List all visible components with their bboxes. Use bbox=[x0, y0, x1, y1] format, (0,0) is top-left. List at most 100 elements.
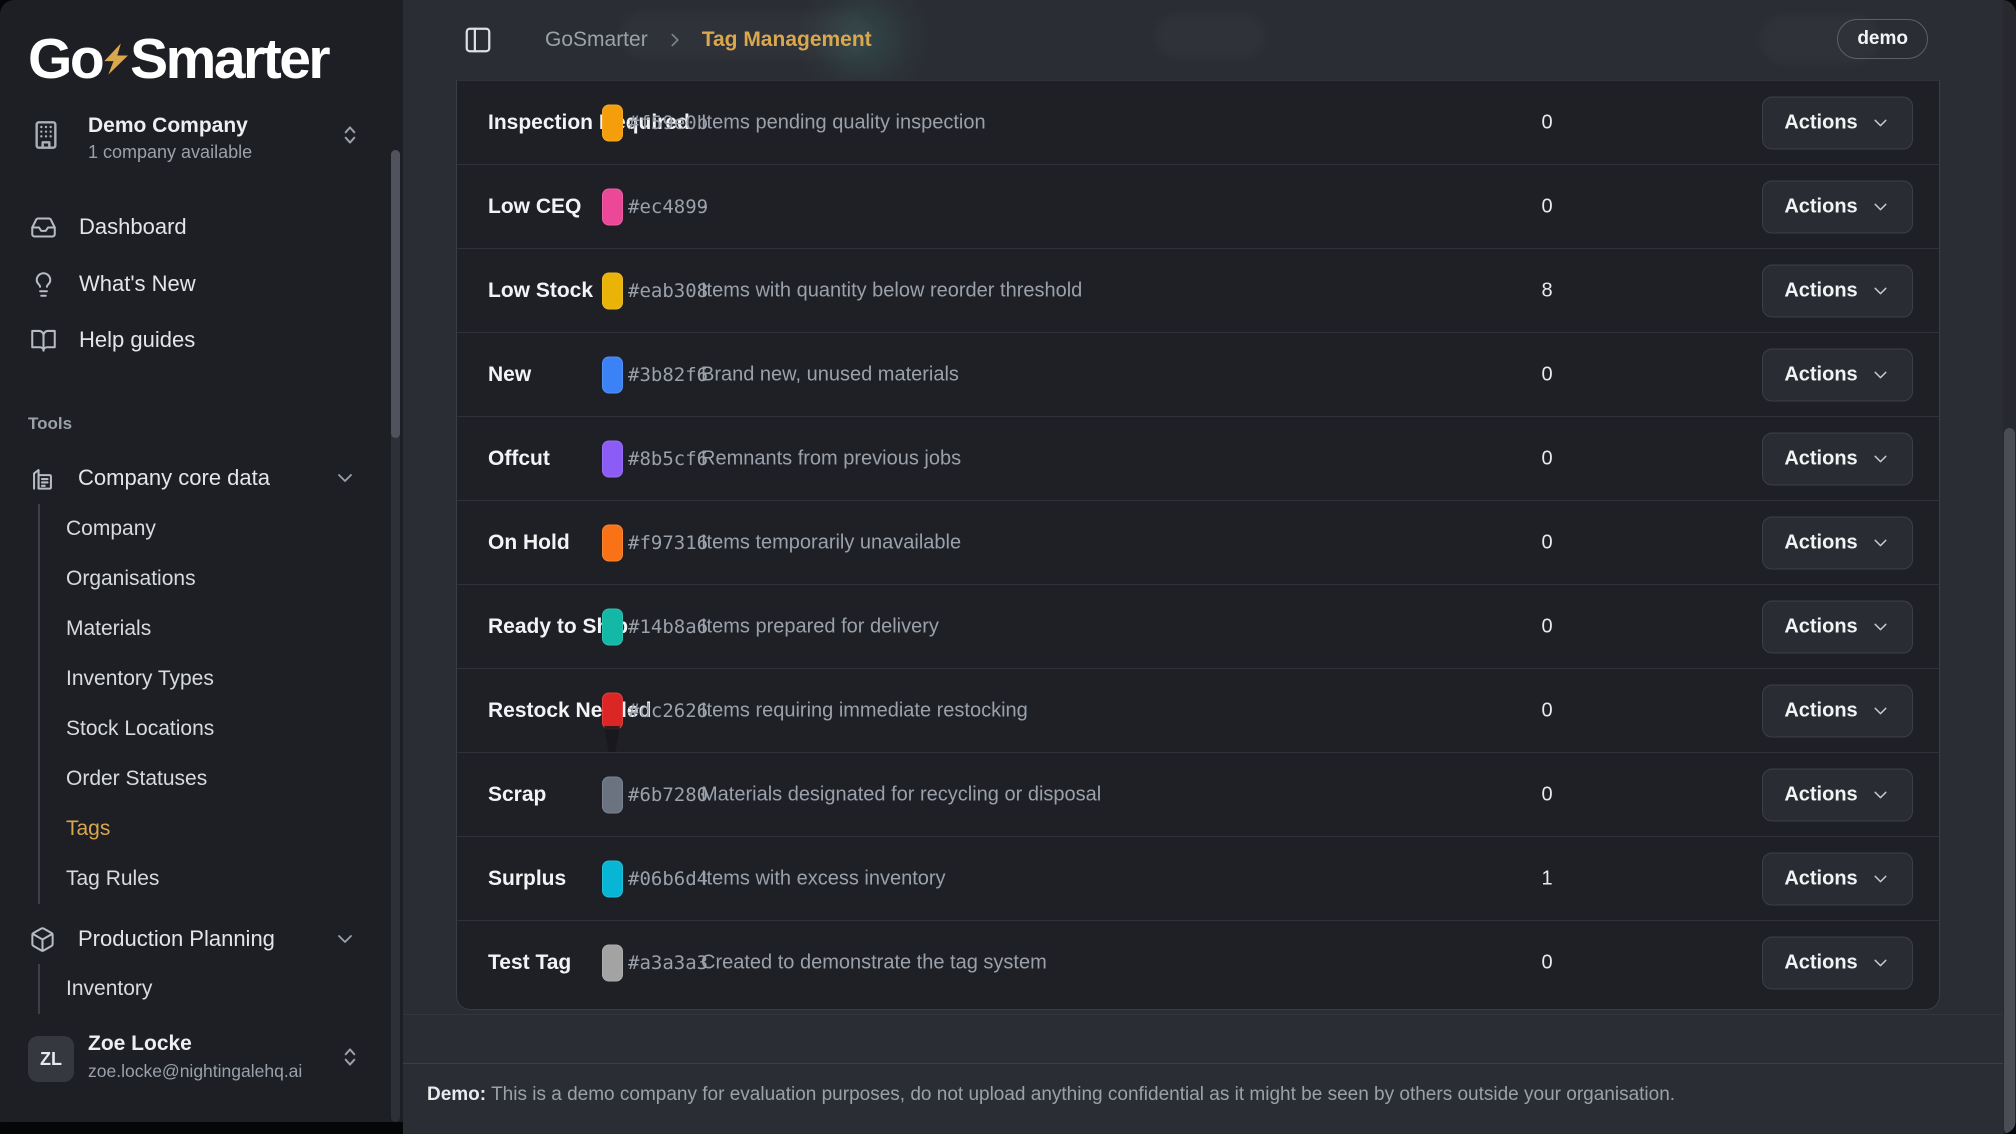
company-core-data-icon bbox=[29, 465, 56, 492]
sidebar-group-production-planning[interactable]: Production Planning bbox=[0, 914, 403, 964]
tag-color-swatch bbox=[602, 440, 623, 477]
page-scrollbar-thumb[interactable] bbox=[2004, 428, 2015, 1134]
actions-button[interactable]: Actions bbox=[1762, 516, 1913, 569]
company-selector[interactable]: Demo Company 1 company available bbox=[0, 104, 403, 168]
company-subtitle: 1 company available bbox=[88, 142, 252, 163]
sidebar-sublist-production-planning: Inventory bbox=[38, 964, 370, 1014]
sidebar-subitem-stock-locations[interactable]: Stock Locations bbox=[40, 704, 370, 754]
actions-button[interactable]: Actions bbox=[1762, 768, 1913, 821]
sidebar-toggle-icon[interactable] bbox=[463, 25, 493, 55]
sidebar-item-dashboard[interactable]: Dashboard bbox=[0, 202, 403, 252]
table-row: New #3b82f6 Brand new, unused materials … bbox=[457, 333, 1939, 417]
tag-name: Low Stock bbox=[488, 279, 593, 303]
sidebar-group-company-core-data[interactable]: Company core data bbox=[0, 453, 403, 503]
tag-color-hex: #6b7280 bbox=[628, 784, 708, 806]
actions-button-label: Actions bbox=[1784, 111, 1857, 134]
sidebar-subitem-order-statuses[interactable]: Order Statuses bbox=[40, 754, 370, 804]
table-row: Restock Needed #dc2626 Items requiring i… bbox=[457, 669, 1939, 753]
table-row: Low CEQ #ec4899 - 0 Actions bbox=[457, 165, 1939, 249]
actions-button-label: Actions bbox=[1784, 783, 1857, 806]
chevron-down-icon bbox=[1870, 616, 1891, 637]
sidebar-subitem-materials[interactable]: Materials bbox=[40, 604, 370, 654]
user-email: zoe.locke@nightingalehq.ai bbox=[88, 1061, 302, 1082]
user-name: Zoe Locke bbox=[88, 1032, 192, 1056]
sidebar-group-label: Company core data bbox=[78, 465, 333, 491]
actions-button[interactable]: Actions bbox=[1762, 852, 1913, 905]
chevron-down-icon bbox=[1870, 112, 1891, 133]
demo-badge: demo bbox=[1837, 19, 1928, 59]
chevron-down-icon bbox=[1870, 364, 1891, 385]
actions-button[interactable]: Actions bbox=[1762, 936, 1913, 989]
actions-button[interactable]: Actions bbox=[1762, 348, 1913, 401]
sidebar-item-help-guides[interactable]: Help guides bbox=[0, 315, 403, 365]
logo-text-go: Go bbox=[28, 26, 102, 92]
tag-count: 0 bbox=[1515, 951, 1579, 974]
chevron-down-icon bbox=[1870, 952, 1891, 973]
sidebar-subitem-tags[interactable]: Tags bbox=[40, 804, 370, 854]
tag-table-card: Inspection Required #f59e0b Items pendin… bbox=[456, 80, 1940, 1010]
tag-color-swatch bbox=[602, 524, 623, 561]
demo-disclaimer-text: This is a demo company for evaluation pu… bbox=[491, 1084, 1675, 1105]
sidebar-group-label: Production Planning bbox=[78, 926, 333, 952]
tooltip-notch-artifact bbox=[598, 726, 626, 752]
blurred-ghost-element bbox=[1155, 14, 1265, 58]
tag-count: 0 bbox=[1515, 615, 1579, 638]
book-open-icon bbox=[30, 327, 57, 354]
sidebar-subitem-company[interactable]: Company bbox=[40, 504, 370, 554]
sidebar-subitem-inventory-types[interactable]: Inventory Types bbox=[40, 654, 370, 704]
tag-count: 0 bbox=[1515, 363, 1579, 386]
user-menu[interactable]: ZL Zoe Locke zoe.locke@nightingalehq.ai bbox=[0, 1030, 403, 1100]
table-row: Inspection Required #f59e0b Items pendin… bbox=[457, 80, 1939, 165]
tag-description: Items requiring immediate restocking bbox=[701, 699, 1028, 722]
avatar: ZL bbox=[28, 1036, 74, 1082]
breadcrumb-root[interactable]: GoSmarter bbox=[545, 28, 648, 52]
app-window: Go Smarter Demo Company 1 company availa… bbox=[0, 0, 2016, 1134]
breadcrumb-current: Tag Management bbox=[702, 28, 872, 52]
tag-color-hex: #a3a3a3 bbox=[628, 952, 708, 974]
sidebar-item-label: Help guides bbox=[79, 327, 195, 353]
demo-disclaimer: Demo: This is a demo company for evaluat… bbox=[427, 1084, 1827, 1106]
tag-description: Items prepared for delivery bbox=[701, 615, 939, 638]
sidebar-subitem-tag-rules[interactable]: Tag Rules bbox=[40, 854, 370, 904]
tag-color-hex: #f59e0b bbox=[628, 112, 708, 134]
tag-name: Offcut bbox=[488, 447, 550, 471]
building-icon bbox=[30, 116, 62, 154]
tag-count: 0 bbox=[1515, 531, 1579, 554]
tag-description: - bbox=[701, 195, 708, 218]
tag-name: Low CEQ bbox=[488, 195, 581, 219]
chevron-down-icon bbox=[1870, 196, 1891, 217]
actions-button[interactable]: Actions bbox=[1762, 180, 1913, 233]
package-icon bbox=[29, 926, 56, 953]
tag-color-hex: #3b82f6 bbox=[628, 364, 708, 386]
main-area: GoSmarter Tag Management demo Inspection… bbox=[403, 0, 2016, 1134]
footer-divider bbox=[403, 1063, 2016, 1064]
actions-button-label: Actions bbox=[1784, 867, 1857, 890]
actions-button[interactable]: Actions bbox=[1762, 600, 1913, 653]
header: GoSmarter Tag Management demo bbox=[403, 0, 2016, 80]
tag-name: On Hold bbox=[488, 531, 570, 555]
sidebar-item-whats-new[interactable]: What's New bbox=[0, 259, 403, 309]
actions-button[interactable]: Actions bbox=[1762, 96, 1913, 149]
sidebar-scrollbar-thumb[interactable] bbox=[391, 150, 400, 438]
tag-name: Scrap bbox=[488, 783, 546, 807]
actions-button-label: Actions bbox=[1784, 447, 1857, 470]
tag-description: Items with quantity below reorder thresh… bbox=[701, 279, 1082, 302]
actions-button[interactable]: Actions bbox=[1762, 264, 1913, 317]
tag-color-swatch bbox=[602, 692, 623, 729]
chevron-down-icon bbox=[1870, 280, 1891, 301]
sidebar-subitem-inventory[interactable]: Inventory bbox=[40, 964, 370, 1014]
tag-color-hex: #f97316 bbox=[628, 532, 708, 554]
actions-button[interactable]: Actions bbox=[1762, 432, 1913, 485]
inbox-icon bbox=[30, 214, 57, 241]
actions-button[interactable]: Actions bbox=[1762, 684, 1913, 737]
actions-button-label: Actions bbox=[1784, 363, 1857, 386]
tag-color-hex: #ec4899 bbox=[628, 196, 708, 218]
sidebar-subitem-organisations[interactable]: Organisations bbox=[40, 554, 370, 604]
tag-count: 0 bbox=[1515, 699, 1579, 722]
tag-name: Test Tag bbox=[488, 951, 571, 975]
tag-color-swatch bbox=[602, 188, 623, 225]
actions-button-label: Actions bbox=[1784, 531, 1857, 554]
tag-count: 1 bbox=[1515, 867, 1579, 890]
table-row: Offcut #8b5cf6 Remnants from previous jo… bbox=[457, 417, 1939, 501]
chevron-down-icon bbox=[1870, 868, 1891, 889]
